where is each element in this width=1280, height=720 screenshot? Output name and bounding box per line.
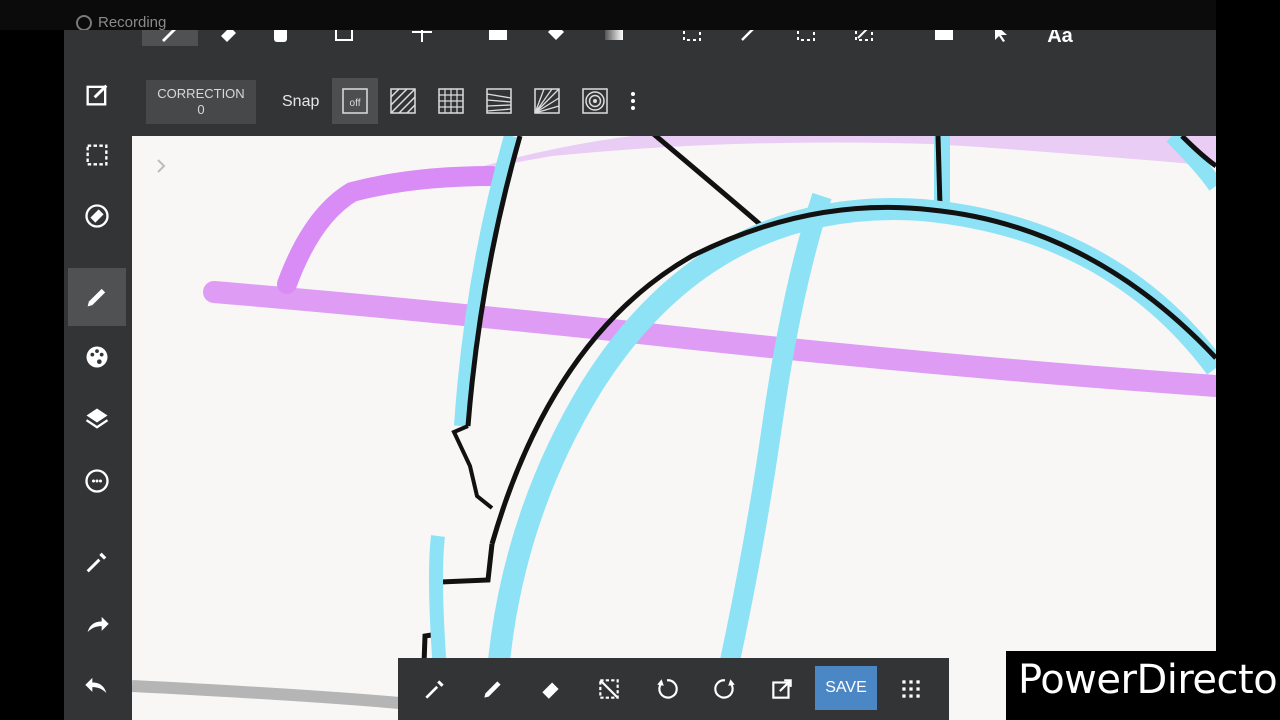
eraser-icon[interactable] — [534, 672, 568, 706]
eraser-icon[interactable] — [214, 30, 242, 46]
layers-icon[interactable] — [68, 390, 126, 448]
pen-icon[interactable] — [476, 672, 510, 706]
cursor-icon[interactable] — [986, 30, 1014, 46]
export-icon[interactable] — [765, 672, 799, 706]
powerdirector-watermark: PowerDirector — [1006, 651, 1280, 720]
move-icon[interactable] — [408, 30, 436, 46]
more-options-icon[interactable] — [618, 78, 648, 124]
deselect-icon[interactable] — [592, 672, 626, 706]
redo-icon[interactable] — [68, 596, 126, 654]
grid-menu-icon[interactable] — [894, 672, 928, 706]
rectangle-select-icon[interactable] — [330, 30, 358, 46]
snap-off-button[interactable]: off — [332, 78, 378, 124]
snap-parallel-icon[interactable] — [380, 78, 426, 124]
text-tool-button[interactable]: Aa — [1040, 30, 1080, 50]
pen-icon[interactable] — [68, 268, 126, 326]
undo-icon[interactable] — [650, 672, 684, 706]
undo-icon[interactable] — [68, 657, 126, 715]
transform-icon[interactable] — [792, 30, 820, 46]
canvas-artwork — [132, 136, 1216, 720]
recording-icon — [76, 14, 92, 31]
app-window: Aa CORRECTION 0 Snap off — [64, 30, 1216, 720]
snap-perspective-icon[interactable] — [476, 78, 522, 124]
brush-icon[interactable] — [142, 30, 198, 46]
fill-rect-icon[interactable] — [484, 30, 512, 46]
snap-grid-icon[interactable] — [428, 78, 474, 124]
recording-label: Recording — [98, 14, 167, 31]
status-bar: Recording — [0, 0, 1216, 31]
edit-icon[interactable] — [68, 66, 126, 124]
brush-options-bar: CORRECTION 0 Snap off — [132, 76, 1216, 136]
drawing-canvas[interactable] — [132, 136, 1216, 720]
watermark-text: PowerDirector — [1018, 657, 1280, 703]
correction-label: CORRECTION — [157, 86, 245, 101]
palette-icon[interactable] — [68, 328, 126, 386]
snap-concentric-icon[interactable] — [572, 78, 618, 124]
bottom-action-bar: SAVE — [398, 658, 949, 720]
selection-icon[interactable] — [68, 126, 126, 184]
left-sidebar — [64, 30, 132, 720]
snap-radial-icon[interactable] — [524, 78, 570, 124]
materials-icon[interactable] — [68, 452, 126, 510]
correction-control[interactable]: CORRECTION 0 — [146, 80, 256, 124]
eyedropper-icon[interactable] — [418, 672, 452, 706]
lasso-wand-icon[interactable] — [736, 30, 764, 46]
snap-off-label: off — [350, 98, 361, 109]
recording-indicator: Recording — [76, 14, 166, 31]
redo-icon[interactable] — [708, 672, 742, 706]
hand-icon[interactable] — [266, 30, 294, 46]
marquee-icon[interactable] — [678, 30, 706, 46]
expand-panel-icon — [157, 159, 166, 173]
correction-value: 0 — [197, 102, 205, 117]
deselect-icon[interactable] — [850, 30, 878, 46]
save-button[interactable]: SAVE — [815, 666, 877, 710]
snap-label: Snap — [282, 93, 320, 110]
rotate-icon[interactable] — [68, 187, 126, 245]
eyedropper-icon[interactable] — [68, 533, 126, 591]
bucket-icon[interactable] — [542, 30, 570, 46]
top-toolbar: Aa — [64, 30, 1216, 50]
gradient-icon[interactable] — [600, 30, 628, 46]
panel-icon[interactable] — [930, 30, 958, 46]
